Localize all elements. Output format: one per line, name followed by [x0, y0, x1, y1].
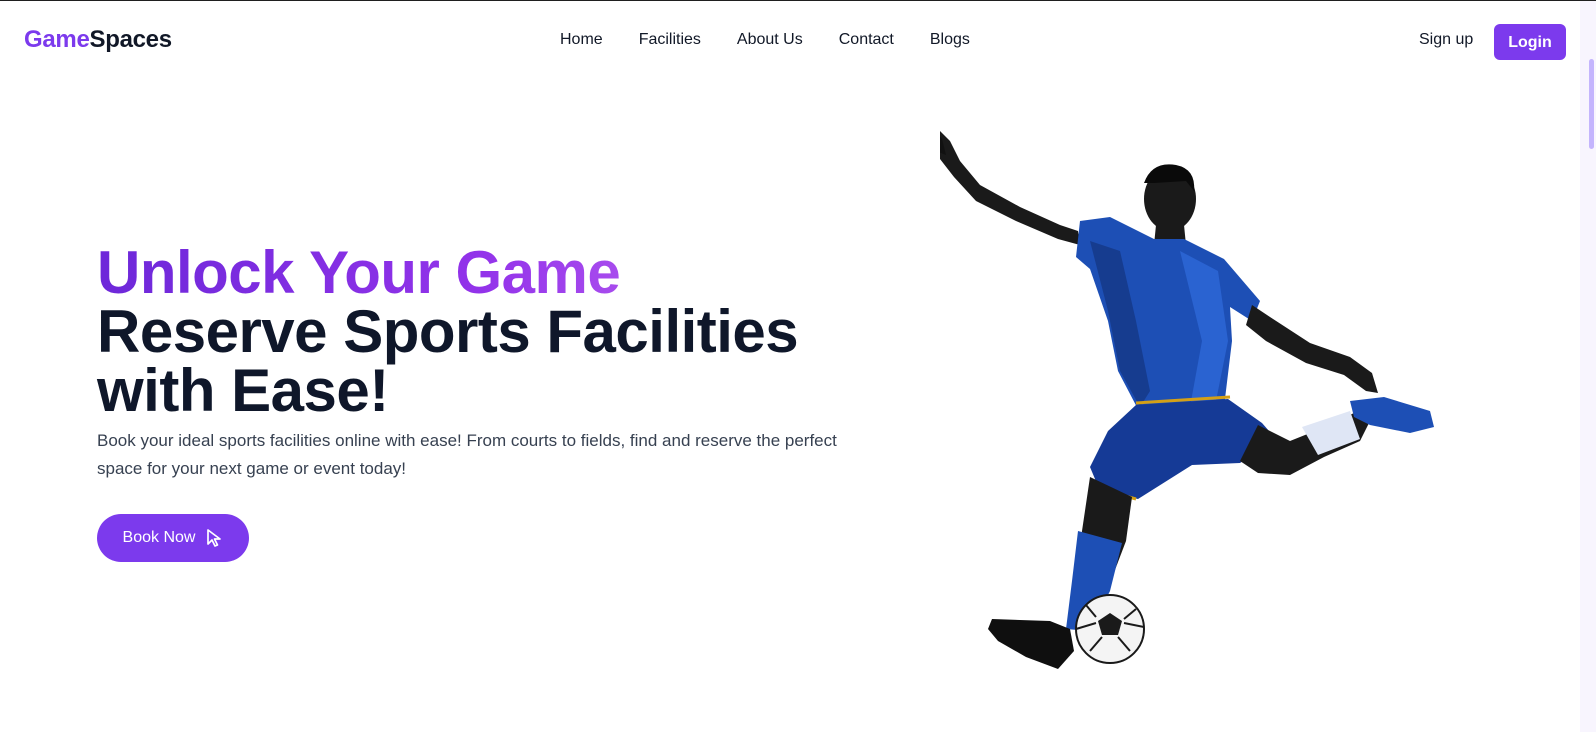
page: GameSpaces Home Facilities About Us Cont…	[0, 0, 1596, 732]
hero-description: Book your ideal sports facilities online…	[97, 431, 837, 478]
logo[interactable]: GameSpaces	[24, 25, 172, 55]
nav-links: Home Facilities About Us Contact Blogs	[560, 30, 1006, 50]
navbar: GameSpaces Home Facilities About Us Cont…	[0, 1, 1580, 81]
hero-title-line-2: with Ease!	[97, 357, 389, 424]
nav-blogs[interactable]: Blogs	[930, 30, 970, 50]
nav-facilities[interactable]: Facilities	[639, 30, 701, 50]
soccer-player-illustration	[940, 131, 1434, 669]
logo-game: Game	[24, 26, 90, 53]
scrollbar-thumb[interactable]	[1589, 59, 1594, 149]
hero-title-line-1: Reserve Sports Facilities	[97, 298, 799, 365]
nav-contact[interactable]: Contact	[839, 30, 894, 50]
hero-title-accent: Unlock Your Game	[97, 243, 798, 303]
book-now-label: Book Now	[122, 529, 196, 546]
hero-title: Unlock Your Game Reserve Sports Faciliti…	[97, 243, 799, 424]
book-now-button[interactable]: Book Now	[97, 514, 249, 562]
scrollbar[interactable]	[1580, 1, 1596, 732]
signup-link[interactable]: Sign up	[1419, 30, 1473, 50]
nav-home[interactable]: Home	[560, 30, 603, 50]
nav-about-us[interactable]: About Us	[737, 30, 803, 50]
logo-spaces: Spaces	[89, 26, 173, 53]
cursor-icon	[207, 529, 222, 547]
login-button[interactable]: Login	[1494, 24, 1566, 60]
